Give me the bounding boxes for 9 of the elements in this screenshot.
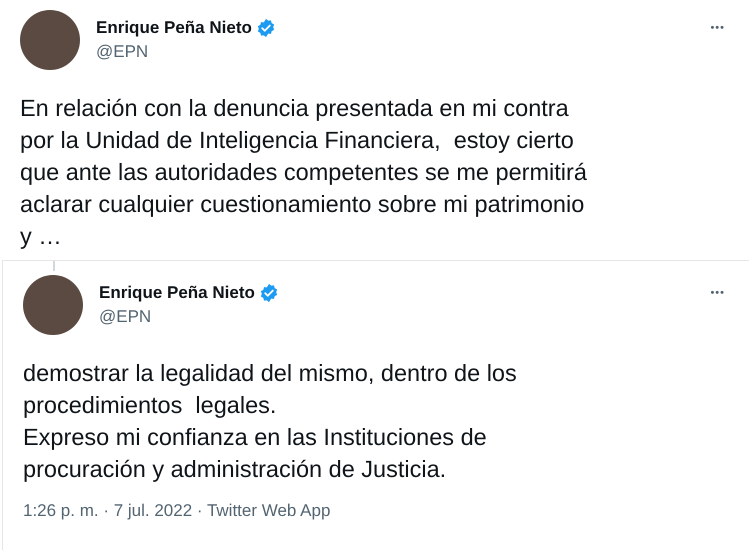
more-options-button[interactable]: ••• <box>710 22 725 34</box>
author-name[interactable]: Enrique Peña Nieto <box>96 18 252 38</box>
author-handle[interactable]: @EPN <box>96 42 694 62</box>
author-name[interactable]: Enrique Peña Nieto <box>99 282 255 303</box>
tweet-text: En relación con la denuncia presentada en mi contra por la Unidad de Inteligencia Financiera, estoy cierto que ante las autoridades competentes se me permitirá aclarar cualquier cuestionamiento sobre mi patrimonio y … <box>20 94 588 251</box>
author-handle[interactable]: @EPN <box>99 306 694 327</box>
more-options-button[interactable]: ••• <box>710 286 725 299</box>
tweet-text: demostrar la legalidad del mismo, dentro de los procedimientos legales. Expreso mi confianza en las Instituciones de procuración y administración de Justicia. <box>23 358 518 484</box>
tweet-timestamp[interactable]: 1:26 p. m. · 7 jul. 2022 · Twitter Web App <box>23 500 729 521</box>
